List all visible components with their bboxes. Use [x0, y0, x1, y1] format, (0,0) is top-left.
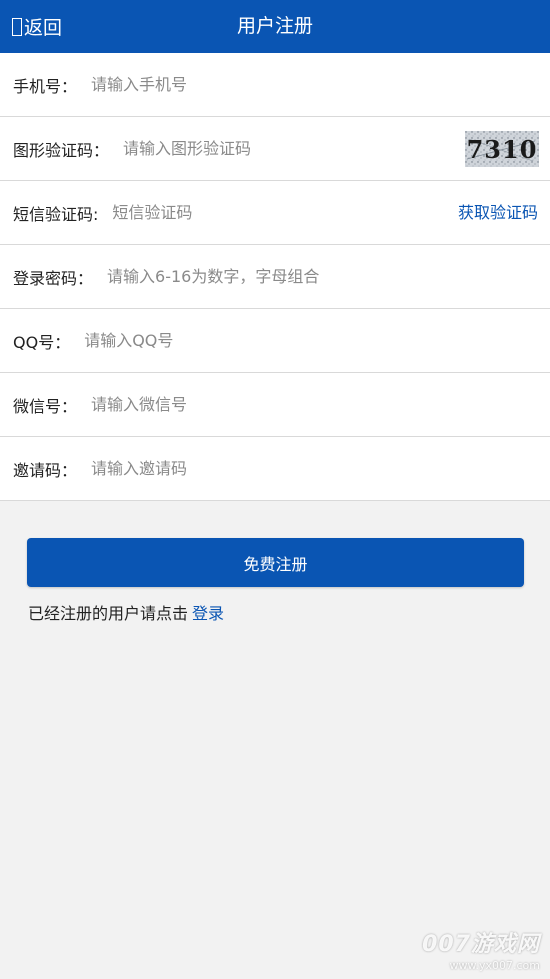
password-input[interactable] [107, 256, 550, 297]
phone-input[interactable] [91, 64, 550, 105]
back-button[interactable]: 返回 [12, 0, 62, 53]
password-row: 登录密码： [0, 245, 550, 309]
back-label: 返回 [24, 17, 63, 39]
image-code-row: 图形验证码： 7310 [0, 117, 550, 181]
phone-row: 手机号： [0, 53, 550, 117]
captcha-image[interactable]: 7310 [465, 131, 539, 167]
qq-label: QQ号： [13, 332, 71, 352]
login-hint: 已经注册的用户请点击 登录 [28, 600, 224, 624]
captcha-text: 7310 [467, 135, 538, 164]
password-label: 登录密码： [13, 268, 94, 288]
phone-label: 手机号： [13, 76, 78, 96]
qq-row: QQ号： [0, 309, 550, 373]
register-button[interactable]: 免费注册 [27, 538, 524, 587]
registration-form: 手机号： 图形验证码： 7310 短信验证码: 获取验证码 [0, 53, 550, 501]
watermark: 007游戏网 www.yx007.com [422, 926, 540, 972]
wechat-row: 微信号： [0, 373, 550, 437]
qq-input[interactable] [84, 320, 550, 361]
wechat-label: 微信号： [13, 396, 78, 416]
wechat-input[interactable] [91, 384, 550, 425]
watermark-logo: 007游戏网 [422, 932, 540, 957]
sms-code-row: 短信验证码: 获取验证码 [0, 181, 550, 245]
login-link[interactable]: 登录 [192, 604, 224, 623]
app-header: 返回 用户注册 [0, 0, 550, 53]
sms-code-label: 短信验证码: [13, 204, 99, 224]
image-code-input[interactable] [123, 128, 454, 169]
sms-code-input[interactable] [112, 192, 440, 233]
back-icon [12, 17, 22, 36]
invite-row: 邀请码： [0, 437, 550, 501]
image-code-label: 图形验证码： [13, 140, 110, 160]
invite-label: 邀请码： [13, 460, 78, 480]
get-code-button[interactable]: 获取验证码 [458, 181, 538, 245]
watermark-url: www.yx007.com [449, 959, 540, 972]
invite-input[interactable] [91, 448, 550, 489]
page-title: 用户注册 [236, 15, 313, 37]
login-hint-text: 已经注册的用户请点击 [28, 604, 189, 623]
